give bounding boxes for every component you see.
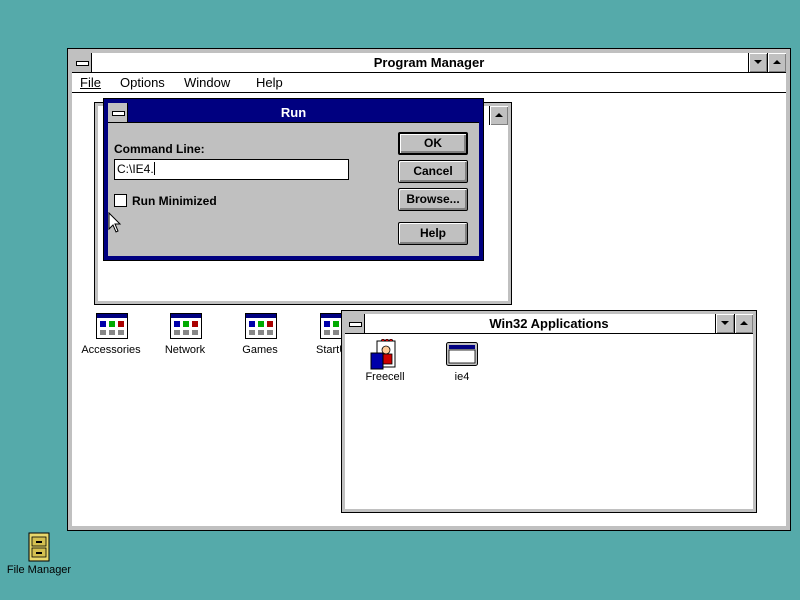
window-app-icon — [446, 342, 478, 368]
cancel-button[interactable]: Cancel — [398, 160, 468, 183]
group-label: Games — [242, 344, 278, 356]
run-dialog-title: Run — [280, 105, 307, 120]
menu-file[interactable]: File — [80, 75, 101, 90]
minimize-button[interactable] — [748, 53, 767, 72]
program-group-icon — [170, 313, 202, 339]
file-manager-label: File Manager — [6, 564, 72, 576]
win32-minimize-button[interactable] — [715, 314, 734, 333]
maximize-button[interactable] — [767, 53, 786, 72]
app-label: Freecell — [365, 371, 405, 383]
run-minimized-label[interactable]: Run Minimized — [132, 194, 217, 208]
run-dialog-titlebar[interactable]: Run — [108, 103, 479, 123]
text-caret — [153, 162, 155, 175]
run-dialog: Run Command Line: C:\IE4. Run Minimized … — [103, 98, 484, 261]
command-line-label: Command Line: — [114, 142, 205, 156]
ok-button[interactable]: OK — [398, 132, 468, 155]
group-maximize-button[interactable] — [489, 106, 508, 125]
program-group-icon — [245, 313, 277, 339]
win32-maximize-button[interactable] — [734, 314, 753, 333]
group-label: Network — [164, 344, 206, 356]
program-manager-title: Program Manager — [373, 55, 485, 70]
app-label: ie4 — [454, 371, 470, 383]
win32-titlebar[interactable]: Win32 Applications — [345, 314, 753, 334]
mouse-cursor-icon — [108, 211, 122, 234]
win32-title: Win32 Applications — [489, 316, 609, 331]
file-cabinet-icon — [26, 532, 52, 562]
program-group-icon — [96, 313, 128, 339]
system-menu-icon[interactable] — [72, 53, 92, 72]
freecell-icon — [369, 337, 401, 371]
menu-window[interactable]: Window — [184, 75, 230, 90]
run-system-menu-icon[interactable] — [108, 103, 128, 122]
menu-options[interactable]: Options — [120, 75, 165, 90]
program-manager-titlebar[interactable]: Program Manager — [72, 53, 786, 73]
browse-button[interactable]: Browse... — [398, 188, 468, 211]
group-label: Accessories — [81, 344, 141, 356]
help-button[interactable]: Help — [398, 222, 468, 245]
command-line-input[interactable]: C:\IE4. — [114, 159, 349, 180]
menu-help[interactable]: Help — [256, 75, 283, 90]
program-manager-menubar: File Options Window Help — [72, 73, 786, 93]
win32-applications-window[interactable]: Win32 Applications Freecell ie4 — [341, 310, 757, 513]
run-minimized-checkbox[interactable] — [114, 194, 127, 207]
group-system-menu-icon[interactable] — [345, 314, 365, 333]
